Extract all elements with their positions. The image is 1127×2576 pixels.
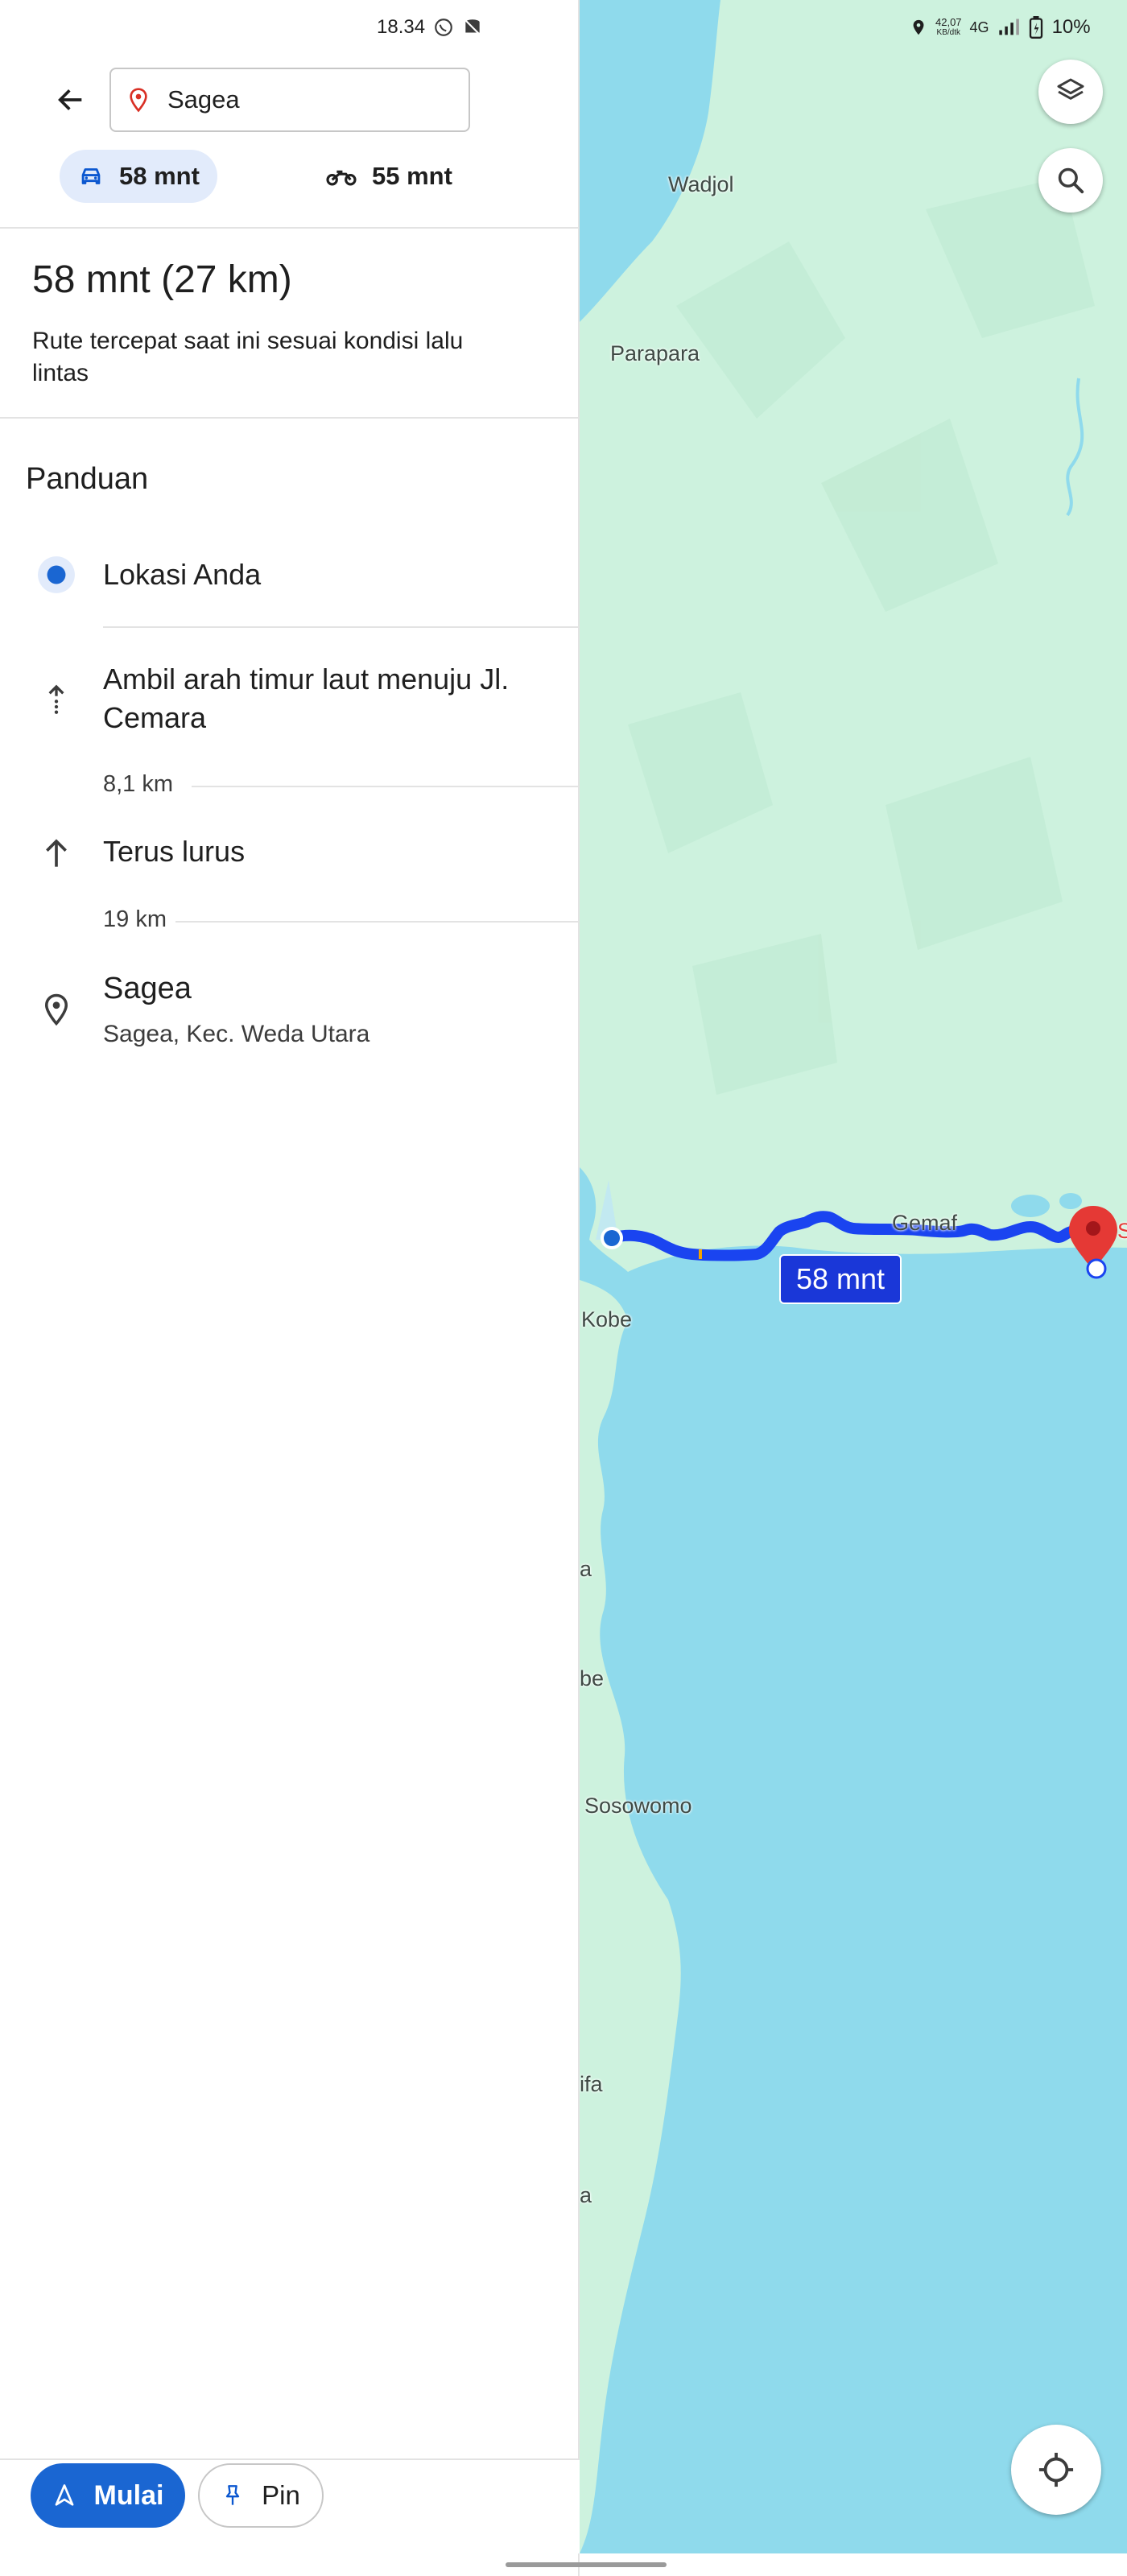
step-1-distance-line xyxy=(192,786,580,787)
destination-step-name: Sagea xyxy=(103,972,192,1005)
battery-level: 10% xyxy=(1051,16,1091,38)
directions-panel: 18.34 Sagea 58 mnt 55 mnt 58 mnt (27 km)… xyxy=(0,0,580,2576)
battery-charging-icon xyxy=(1029,16,1042,39)
step-2-distance-line xyxy=(175,921,580,923)
step-1-distance: 8,1 km xyxy=(103,771,174,797)
layers-button[interactable] xyxy=(1038,60,1103,124)
destination-step-address: Sagea, Kec. Weda Utara xyxy=(103,1021,370,1047)
your-location-icon xyxy=(38,556,75,593)
network-speed-value: 42,07 xyxy=(935,16,962,28)
route-summary-subtitle: Rute tercepat saat ini sesuai kondisi la… xyxy=(32,328,464,386)
map-label-wadjol: Wadjol xyxy=(668,172,734,196)
map-label-kobe: Kobe xyxy=(581,1307,633,1331)
my-location-button[interactable] xyxy=(1011,2425,1101,2515)
map-view[interactable]: Wadjol Parapara Gemaf Kobe a be Sosowomo… xyxy=(580,0,1127,2553)
home-indicator[interactable] xyxy=(506,2562,667,2567)
layers-icon xyxy=(1057,78,1084,100)
map-label-sosowomo: Sosowomo xyxy=(584,1794,692,1818)
location-pin-icon xyxy=(130,88,147,113)
status-bar-left: 18.34 xyxy=(377,13,483,42)
back-button[interactable] xyxy=(39,71,103,129)
guide-title: Panduan xyxy=(26,462,149,496)
destination-field[interactable]: Sagea xyxy=(109,68,470,132)
step-separator xyxy=(103,626,580,628)
summary-divider xyxy=(0,417,580,419)
motorcycle-icon xyxy=(326,170,357,186)
place-pin-icon xyxy=(44,993,68,1026)
map-label-ifa: ifa xyxy=(580,2072,603,2096)
step-2-text: Terus lurus xyxy=(103,835,246,868)
network-speed-unit: KB/dtk xyxy=(936,28,960,37)
origin-step-icon xyxy=(35,554,77,596)
mode-car-tab[interactable]: 58 mnt xyxy=(60,150,217,203)
start-navigation-button[interactable]: Mulai xyxy=(31,2463,185,2528)
route-summary-title: 58 mnt (27 km) xyxy=(32,258,292,301)
status-bar-right: 42,07 KB/dtk 4G 10% xyxy=(910,13,1091,42)
map-label-s-edge: S xyxy=(1117,1219,1127,1243)
network-speed: 42,07 KB/dtk xyxy=(935,17,962,38)
crosshair-icon xyxy=(1038,2452,1074,2487)
origin-step-text: Lokasi Anda xyxy=(103,558,262,591)
mode-motorcycle-tab[interactable]: 55 mnt xyxy=(308,150,470,203)
destination-text: Sagea xyxy=(167,85,240,114)
pin-icon xyxy=(225,2485,240,2505)
map-label-gemaf: Gemaf xyxy=(892,1211,958,1235)
mode-car-label: 58 mnt xyxy=(119,162,200,190)
step-2-distance: 19 km xyxy=(103,906,167,932)
car-icon xyxy=(81,168,101,184)
destination-step-icon xyxy=(35,989,77,1030)
signal-bars-icon xyxy=(998,19,1019,35)
header-divider xyxy=(0,227,580,229)
map-label-be: be xyxy=(580,1666,605,1690)
pin-button[interactable]: Pin xyxy=(198,2463,324,2528)
mode-motorcycle-label: 55 mnt xyxy=(372,162,452,190)
map-label-a-2: a xyxy=(580,2183,592,2207)
map-label-a-1: a xyxy=(580,1557,592,1581)
arrow-back-icon xyxy=(58,89,82,110)
map-search-button[interactable] xyxy=(1038,148,1103,213)
storage-off-icon xyxy=(463,18,482,37)
arrow-up-icon xyxy=(46,839,67,867)
route-duration-badge[interactable]: 58 mnt xyxy=(779,1254,902,1304)
location-status-icon xyxy=(913,19,924,35)
search-icon xyxy=(1058,167,1084,194)
map-label-parapara: Parapara xyxy=(610,341,700,365)
step-2-icon xyxy=(35,832,77,874)
step-1-text: Ambil arah timur laut menuju Jl. Cemara xyxy=(103,663,510,734)
network-type: 4G xyxy=(969,19,989,35)
pin-button-label: Pin xyxy=(262,2480,300,2510)
whatsapp-icon xyxy=(435,19,452,36)
step-1-icon xyxy=(35,678,77,720)
status-time: 18.34 xyxy=(377,16,426,38)
start-button-label: Mulai xyxy=(93,2479,164,2511)
navigation-arrow-icon xyxy=(55,2484,73,2506)
arrow-up-dotted-icon xyxy=(48,684,64,714)
